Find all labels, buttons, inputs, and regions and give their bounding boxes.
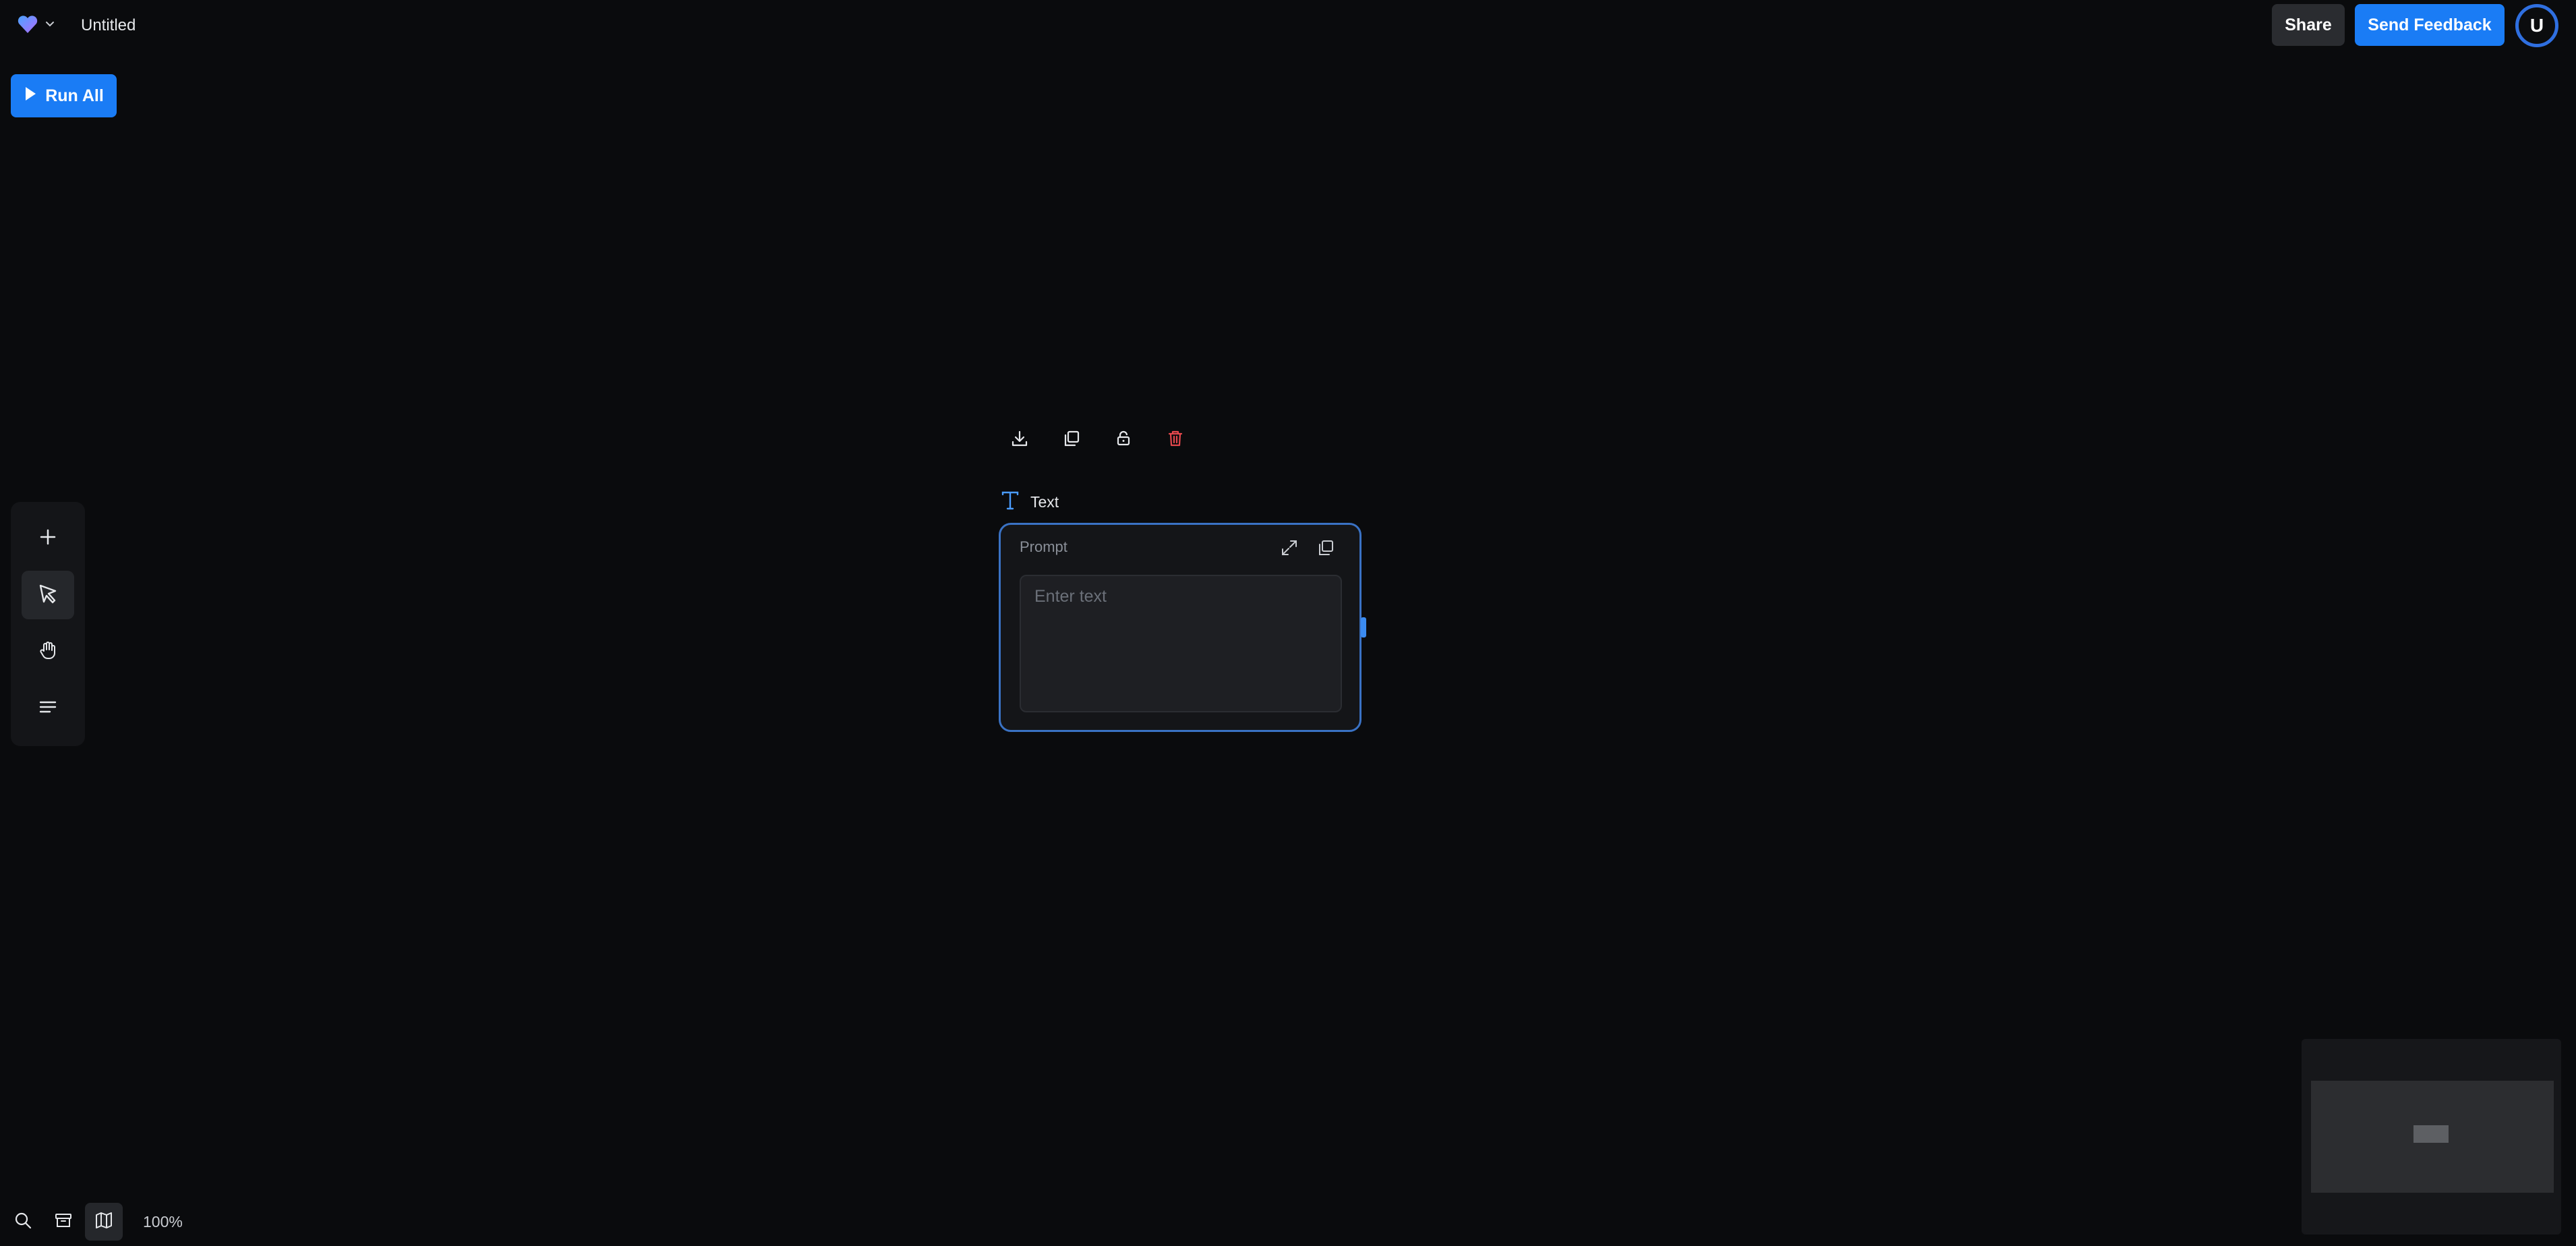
node-header: Text: [1001, 488, 1059, 515]
copy-icon: [1316, 538, 1335, 561]
run-all-label: Run All: [45, 86, 104, 105]
send-feedback-button[interactable]: Send Feedback: [2355, 4, 2505, 46]
user-avatar[interactable]: U: [2515, 4, 2558, 47]
expand-icon: [1280, 538, 1299, 561]
list-icon: [37, 696, 59, 721]
plus-icon: [38, 527, 58, 550]
map-icon: [94, 1211, 113, 1233]
prompt-label: Prompt: [1020, 538, 1067, 555]
app-menu-button[interactable]: [16, 12, 57, 39]
minimap[interactable]: [2302, 1039, 2561, 1235]
expand-button[interactable]: [1277, 537, 1301, 561]
left-toolbar: [11, 502, 85, 746]
text-node[interactable]: Prompt Enter text: [999, 523, 1362, 732]
chevron-down-icon: [43, 18, 57, 34]
heart-logo-icon: [16, 14, 39, 38]
trash-icon: [1165, 428, 1185, 452]
cursor-icon: [36, 582, 59, 608]
add-node-tool[interactable]: [22, 514, 74, 563]
minimap-node: [2413, 1125, 2449, 1143]
download-icon: [1009, 428, 1030, 452]
select-tool[interactable]: [22, 571, 74, 619]
run-all-button[interactable]: Run All: [11, 74, 117, 117]
share-button[interactable]: Share: [2272, 4, 2345, 46]
minimap-toggle-button[interactable]: [85, 1203, 123, 1241]
archive-icon: [54, 1211, 73, 1233]
archive-button[interactable]: [45, 1203, 82, 1241]
minimap-viewport[interactable]: [2311, 1081, 2554, 1193]
document-title[interactable]: Untitled: [81, 13, 136, 38]
output-connector-handle[interactable]: [1361, 617, 1366, 638]
outline-tool[interactable]: [22, 684, 74, 733]
unlock-icon: [1113, 428, 1134, 452]
download-button[interactable]: [1006, 426, 1033, 453]
duplicate-icon: [1061, 428, 1082, 452]
avatar-initial: U: [2522, 11, 2552, 40]
search-button[interactable]: [4, 1203, 42, 1241]
lock-button[interactable]: [1110, 426, 1137, 453]
play-icon: [24, 86, 37, 107]
delete-button[interactable]: [1162, 426, 1189, 453]
hand-icon: [37, 640, 59, 664]
duplicate-button[interactable]: [1058, 426, 1085, 453]
zoom-level[interactable]: 100%: [143, 1210, 183, 1233]
node-type-label: Text: [1030, 492, 1059, 511]
prompt-input[interactable]: Enter text: [1020, 575, 1342, 712]
copy-button[interactable]: [1314, 537, 1338, 561]
text-type-icon: [1001, 490, 1020, 514]
search-icon: [13, 1211, 32, 1233]
pan-tool[interactable]: [22, 627, 74, 676]
